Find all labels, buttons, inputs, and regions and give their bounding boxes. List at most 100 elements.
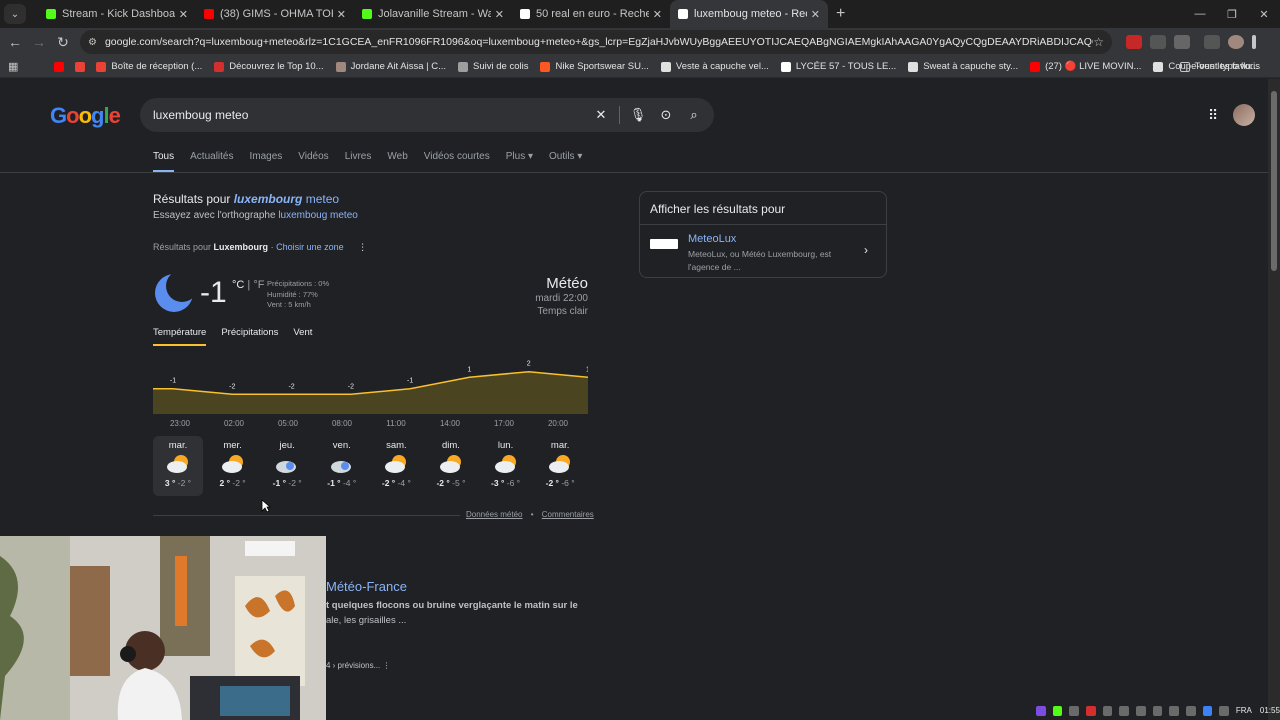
nav-tab[interactable]: Plus ▾ (506, 151, 533, 173)
weather-data-link[interactable]: Données météo (466, 510, 522, 519)
google-logo[interactable]: Google (50, 103, 121, 129)
minimize-button[interactable]: — (1184, 0, 1216, 28)
fahrenheit-toggle[interactable]: | °F (244, 279, 264, 291)
bookmark-item[interactable]: Boîte de réception (... (96, 61, 202, 72)
meteolux-title[interactable]: MeteoLux (688, 233, 858, 245)
wifi-icon[interactable] (1169, 705, 1179, 716)
bookmark-item[interactable]: Sweat à capuche sty... (908, 61, 1018, 72)
scroll-thumb[interactable] (1271, 91, 1277, 271)
forecast-day[interactable]: ven. * -1 ° -4 ° (317, 436, 367, 496)
bookmark-item[interactable] (75, 61, 90, 72)
browser-tab[interactable]: Stream - Kick Dashboard ✕ (38, 0, 196, 28)
restore-button[interactable]: ❐ (1216, 0, 1248, 28)
forecast-day[interactable]: mar. -2 ° -6 ° (535, 436, 585, 496)
voice-search-icon[interactable]: 🎙 (624, 107, 652, 123)
new-tab-button[interactable]: + (836, 5, 845, 23)
account-avatar[interactable] (1233, 104, 1255, 126)
tray-app-icon[interactable] (1152, 705, 1163, 716)
forecast-day[interactable]: jeu. * -1 ° -2 ° (262, 436, 312, 496)
search-icon[interactable]: ⌕ (680, 107, 708, 123)
site-info-icon[interactable]: ⚙ (88, 37, 97, 48)
bookmark-item[interactable]: Veste à capuche vel... (660, 61, 769, 72)
back-button[interactable]: ← (3, 34, 27, 50)
bookmark-item[interactable]: Découvrez le Top 10... (214, 61, 324, 72)
nav-tab[interactable]: Vidéos (298, 151, 328, 173)
tab-precipitations[interactable]: Précipitations (221, 327, 278, 346)
celsius-toggle[interactable]: °C (232, 279, 244, 291)
address-bar[interactable]: ⚙ google.com/search?q=luxemboug+meteo&rl… (80, 30, 1112, 54)
forecast-day[interactable]: sam. -2 ° -4 ° (371, 436, 421, 496)
forecast-day[interactable]: mer. 2 ° -2 ° (208, 436, 258, 496)
nav-tab[interactable]: Images (249, 151, 282, 173)
volume-icon[interactable] (1185, 705, 1196, 716)
browser-tab[interactable]: luxemboug meteo - Recherche ✕ (670, 0, 828, 28)
tray-app-icon[interactable] (1036, 705, 1046, 716)
meteolux-result[interactable]: MeteoLux MeteoLux, ou Météo Luxembourg, … (640, 225, 886, 282)
nav-tab[interactable]: Vidéos courtes (424, 151, 490, 173)
all-bookmarks-folder[interactable]: Tous les favoris (1179, 61, 1260, 72)
browser-tab[interactable]: Jolavanille Stream - Watch Live ✕ (354, 0, 512, 28)
bluetooth-icon[interactable] (1202, 705, 1213, 716)
bookmark-item[interactable]: Jordane Ait Aissa | C... (335, 61, 446, 72)
forward-button[interactable]: → (27, 34, 51, 50)
forecast-day[interactable]: lun. -3 ° -6 ° (481, 436, 531, 496)
usb-icon[interactable] (1219, 705, 1229, 716)
tray-app-icon[interactable] (1052, 705, 1063, 716)
bookmark-star-icon[interactable]: ☆ (1093, 35, 1104, 49)
tab-wind[interactable]: Vent (293, 327, 312, 346)
extension-icon[interactable] (1126, 35, 1142, 49)
original-query-link[interactable]: luxemboug meteo (278, 210, 358, 221)
tray-app-icon[interactable] (1102, 705, 1113, 716)
close-tab-icon[interactable]: ✕ (653, 8, 662, 21)
bookmark-item[interactable]: Suivi de colis (458, 61, 528, 72)
chevron-right-icon[interactable]: › (864, 243, 868, 274)
bookmark-item[interactable]: (27) 🔴 LIVE MOVIN... (1030, 61, 1141, 72)
nav-tab[interactable]: Actualités (190, 151, 233, 173)
tab-search-button[interactable]: ⌄ (4, 4, 26, 24)
tray-app-icon[interactable] (1085, 705, 1096, 716)
forecast-day[interactable]: mar. 3 ° -2 ° (153, 436, 203, 496)
tab-temperature[interactable]: Température (153, 327, 207, 346)
nav-tab[interactable]: Outils ▾ (549, 151, 582, 173)
bookmark-item[interactable] (54, 61, 69, 72)
close-window-button[interactable]: ✕ (1248, 0, 1280, 28)
close-tab-icon[interactable]: ✕ (495, 8, 504, 21)
tray-app-icon[interactable] (1135, 705, 1146, 716)
more-options-icon[interactable]: ⋮ (358, 242, 367, 252)
search-box[interactable]: ✕ 🎙 ⊙ ⌕ (140, 98, 714, 132)
browser-tab[interactable]: 50 real en euro - Recherche Go ✕ (512, 0, 670, 28)
choose-zone-link[interactable]: · Choisir une zone (271, 242, 344, 252)
bookmark-item[interactable]: LYCÉE 57 - TOUS LE... (780, 61, 896, 72)
nav-tab[interactable]: Livres (345, 151, 372, 173)
reload-button[interactable]: ↻ (51, 34, 75, 51)
close-tab-icon[interactable]: ✕ (179, 8, 188, 21)
result-title-link[interactable]: Météo-France (326, 579, 407, 594)
more-bookmarks-icon[interactable]: » (1152, 61, 1157, 72)
profile-avatar[interactable] (1228, 35, 1244, 49)
browser-tab[interactable]: (38) GIMS - OHMA TOKITA (Clip ✕ (196, 0, 354, 28)
google-apps-icon[interactable]: ⠿ (1208, 107, 1218, 124)
extensions-puzzle-icon[interactable] (1174, 35, 1190, 49)
bookmark-item[interactable]: Nike Sportswear SU... (540, 61, 649, 72)
nav-tab[interactable]: Tous (153, 151, 175, 173)
corrected-query-link[interactable]: luxembourg meteo (234, 192, 339, 206)
tab-title: 50 real en euro - Recherche Go (536, 8, 649, 20)
tray-app-icon[interactable] (1119, 705, 1129, 716)
feedback-link[interactable]: Commentaires (542, 510, 594, 519)
search-input[interactable] (153, 108, 587, 122)
close-tab-icon[interactable]: ✕ (811, 8, 820, 21)
page-scrollbar[interactable] (1268, 79, 1280, 720)
nav-tab[interactable]: Web (387, 151, 407, 173)
result-more[interactable]: 4 › prévisions... ⋮ (326, 661, 390, 670)
reading-list-icon[interactable] (1204, 35, 1220, 49)
close-tab-icon[interactable]: ✕ (337, 8, 346, 21)
tray-app-icon[interactable] (1069, 705, 1079, 716)
forecast-day[interactable]: dim. -2 ° -5 ° (426, 436, 476, 496)
extension-icon[interactable] (1150, 35, 1166, 49)
lens-search-icon[interactable]: ⊙ (652, 107, 680, 123)
apps-grid-icon[interactable]: ▦ (8, 60, 18, 73)
clear-search-icon[interactable]: ✕ (587, 107, 615, 123)
input-language[interactable]: FRA (1236, 706, 1252, 715)
clock[interactable]: 01:55 (1260, 706, 1280, 715)
menu-icon[interactable] (1252, 35, 1256, 49)
